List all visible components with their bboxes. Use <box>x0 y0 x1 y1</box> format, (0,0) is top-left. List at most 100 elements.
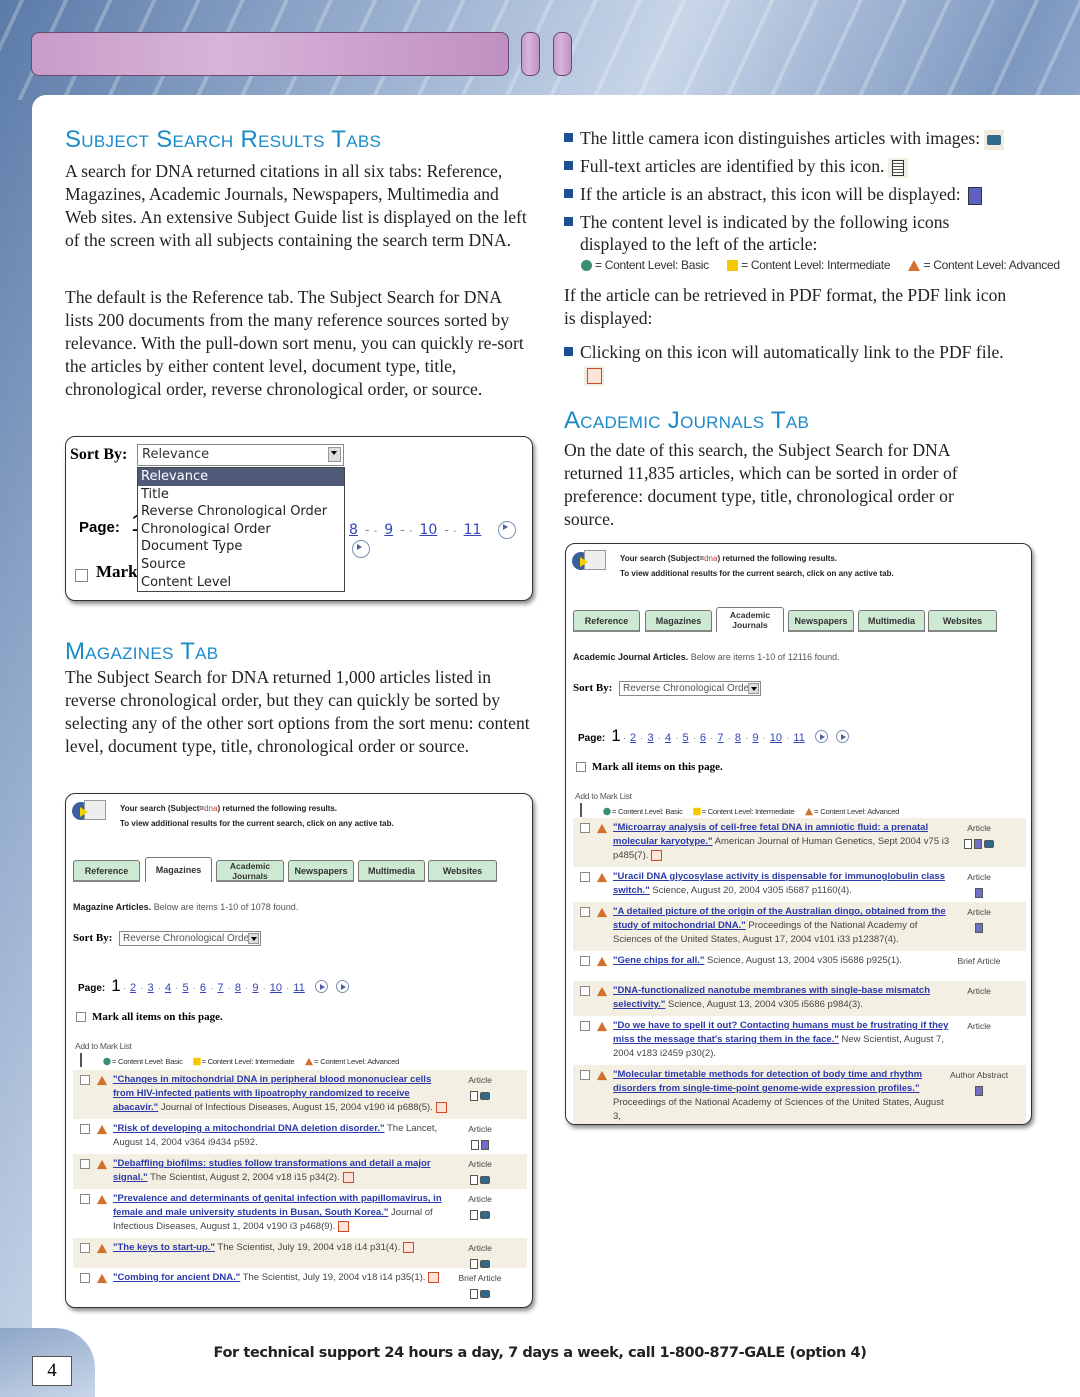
pdf-icon[interactable] <box>435 1101 447 1113</box>
mark-all[interactable]: Mark all items on this page. <box>576 761 723 773</box>
page-link[interactable]: 3 <box>648 732 654 744</box>
sort-option[interactable]: Title <box>138 486 344 504</box>
page-link[interactable]: 8 <box>735 732 741 744</box>
full-text-icon[interactable] <box>470 1174 478 1185</box>
last-page-icon[interactable] <box>335 980 349 994</box>
page-link[interactable]: 7 <box>717 732 723 744</box>
page-link[interactable]: 4 <box>665 732 671 744</box>
result-checkbox[interactable] <box>580 1070 590 1080</box>
page-link[interactable]: 11 <box>464 522 482 538</box>
page-link[interactable]: 2 <box>130 982 136 994</box>
sort-option[interactable]: Reverse Chronological Order <box>138 503 344 521</box>
result-title-link[interactable]: "The keys to start-up." <box>113 1242 215 1253</box>
add-to-mark-list[interactable]: Add to Mark List <box>75 1041 132 1051</box>
tab-multimedia[interactable]: Multimedia <box>358 860 425 882</box>
chevron-down-icon[interactable] <box>248 933 259 944</box>
result-checkbox[interactable] <box>80 1159 90 1169</box>
sort-option[interactable]: Chronological Order <box>138 521 344 539</box>
pdf-icon[interactable] <box>342 1171 354 1183</box>
result-checkbox[interactable] <box>580 986 590 996</box>
page-link[interactable]: 11 <box>293 982 304 994</box>
abstract-icon[interactable] <box>975 922 983 933</box>
tab-websites[interactable]: Websites <box>928 610 997 632</box>
page-link[interactable]: 3 <box>148 982 154 994</box>
page-link[interactable]: 8 <box>235 982 241 994</box>
tab-reference[interactable]: Reference <box>73 860 140 882</box>
tab-academic-journals[interactable]: Academic Journals <box>216 860 284 882</box>
result-checkbox[interactable] <box>580 956 590 966</box>
mark-all[interactable]: Mark all items on this page. <box>76 1011 223 1023</box>
sort-select[interactable]: Reverse Chronological Order <box>619 681 761 696</box>
abstract-icon[interactable] <box>975 887 983 898</box>
result-title-link[interactable]: "Combing for ancient DNA." <box>113 1272 240 1283</box>
camera-icon[interactable] <box>480 1210 490 1219</box>
result-checkbox[interactable] <box>580 1021 590 1031</box>
pdf-icon[interactable] <box>338 1220 350 1232</box>
pdf-icon[interactable] <box>651 849 663 861</box>
camera-icon[interactable] <box>480 1175 490 1184</box>
result-checkbox[interactable] <box>580 823 590 833</box>
tab-newspapers[interactable]: Newspapers <box>288 860 354 882</box>
sort-select[interactable]: Relevance <box>137 444 344 466</box>
page-link[interactable]: 6 <box>700 732 706 744</box>
result-checkbox[interactable] <box>80 1243 90 1253</box>
next-page-icon[interactable] <box>814 730 828 744</box>
sort-option[interactable]: Document Type <box>138 538 344 556</box>
result-title-link[interactable]: "Molecular timetable methods for detecti… <box>613 1069 922 1094</box>
page-link[interactable]: 7 <box>217 982 223 994</box>
tab-magazines[interactable]: Magazines <box>645 610 712 632</box>
camera-icon[interactable] <box>480 1259 490 1268</box>
result-checkbox[interactable] <box>80 1075 90 1085</box>
result-checkbox[interactable] <box>80 1194 90 1204</box>
sort-select[interactable]: Reverse Chronological Order <box>119 931 261 946</box>
mark-all-checkbox[interactable] <box>576 762 586 773</box>
page-link[interactable]: 9 <box>384 522 393 538</box>
page-link[interactable]: 9 <box>752 732 758 744</box>
result-checkbox[interactable] <box>80 1124 90 1134</box>
camera-icon[interactable] <box>984 839 994 848</box>
page-link[interactable]: 5 <box>182 982 188 994</box>
page-link[interactable]: 8 <box>349 522 358 538</box>
pdf-icon[interactable] <box>403 1241 415 1253</box>
camera-icon[interactable] <box>480 1091 490 1100</box>
full-text-icon[interactable] <box>964 838 972 849</box>
last-page-icon[interactable] <box>352 540 370 558</box>
page-link[interactable]: 5 <box>682 732 688 744</box>
page-link[interactable]: 9 <box>252 982 258 994</box>
abstract-icon[interactable] <box>481 1139 489 1150</box>
mark-all-checkbox[interactable] <box>75 566 88 584</box>
next-page-icon[interactable] <box>498 520 517 539</box>
mark-all-checkbox[interactable] <box>76 1012 86 1023</box>
result-checkbox[interactable] <box>580 872 590 882</box>
sort-option[interactable]: Relevance <box>138 468 344 486</box>
abstract-icon[interactable] <box>975 1085 983 1096</box>
tab-websites[interactable]: Websites <box>428 860 497 882</box>
next-page-icon[interactable] <box>314 980 328 994</box>
page-link[interactable]: 6 <box>200 982 206 994</box>
tab-reference[interactable]: Reference <box>573 610 640 632</box>
full-text-icon[interactable] <box>471 1139 479 1150</box>
page-link[interactable]: 11 <box>793 732 804 744</box>
tab-multimedia[interactable]: Multimedia <box>858 610 925 632</box>
camera-icon[interactable] <box>480 1289 490 1298</box>
result-checkbox[interactable] <box>580 907 590 917</box>
chevron-down-icon[interactable] <box>328 446 342 463</box>
result-title-link[interactable]: "Risk of developing a mitochondrial DNA … <box>113 1123 385 1134</box>
page-link[interactable]: 10 <box>419 522 437 538</box>
sort-option[interactable]: Source <box>138 556 344 574</box>
page-link[interactable]: 2 <box>630 732 636 744</box>
abstract-icon[interactable] <box>974 838 982 849</box>
pdf-icon[interactable] <box>428 1271 440 1283</box>
page-link[interactable]: 10 <box>270 982 282 994</box>
chevron-down-icon[interactable] <box>748 683 759 694</box>
result-title-link[interactable]: "Gene chips for all." <box>613 955 704 966</box>
page-link[interactable]: 10 <box>770 732 782 744</box>
tab-academic-journals[interactable]: Academic Journals <box>716 607 784 632</box>
sort-option[interactable]: Content Level <box>138 574 344 592</box>
tab-newspapers[interactable]: Newspapers <box>788 610 854 632</box>
tab-magazines[interactable]: Magazines <box>145 857 212 882</box>
full-text-icon[interactable] <box>470 1288 478 1299</box>
full-text-icon[interactable] <box>470 1209 478 1220</box>
add-to-mark-list[interactable]: Add to Mark List <box>575 791 632 801</box>
page-link[interactable]: 4 <box>165 982 171 994</box>
